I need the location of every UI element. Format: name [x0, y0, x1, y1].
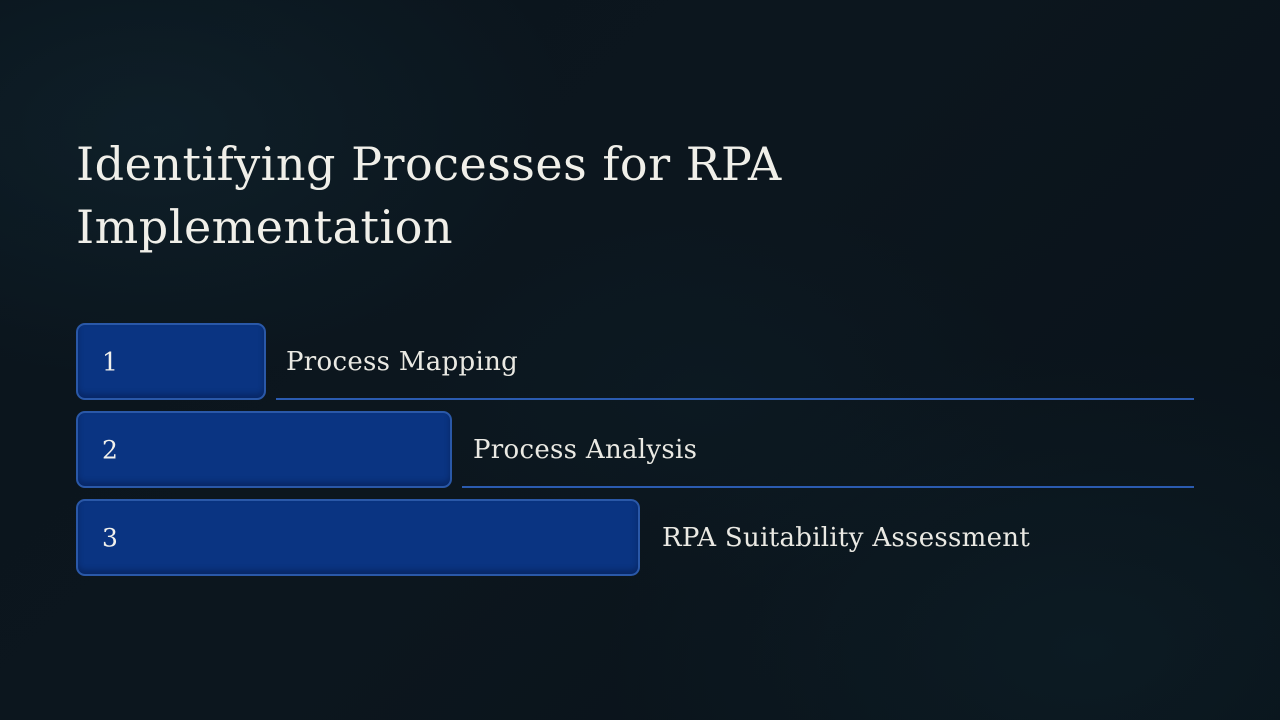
step-row-1: 1 Process Mapping	[76, 323, 1194, 400]
step-number: 2	[102, 435, 118, 464]
slide-title: Identifying Processes for RPA Implementa…	[76, 133, 906, 260]
step-underline	[276, 398, 1194, 400]
step-label: Process Analysis	[473, 435, 697, 465]
step-underline	[462, 486, 1194, 488]
step-number: 3	[102, 523, 118, 552]
step-bar-3: 3	[76, 499, 640, 576]
step-label: RPA Suitability Assessment	[662, 523, 1030, 553]
steps-diagram: 1 Process Mapping 2 Process Analysis 3 R…	[76, 323, 1194, 587]
step-row-3: 3 RPA Suitability Assessment	[76, 499, 1194, 576]
step-bar-2: 2	[76, 411, 452, 488]
step-bar-1: 1	[76, 323, 266, 400]
step-label: Process Mapping	[286, 347, 518, 377]
step-row-2: 2 Process Analysis	[76, 411, 1194, 488]
step-number: 1	[102, 347, 118, 376]
